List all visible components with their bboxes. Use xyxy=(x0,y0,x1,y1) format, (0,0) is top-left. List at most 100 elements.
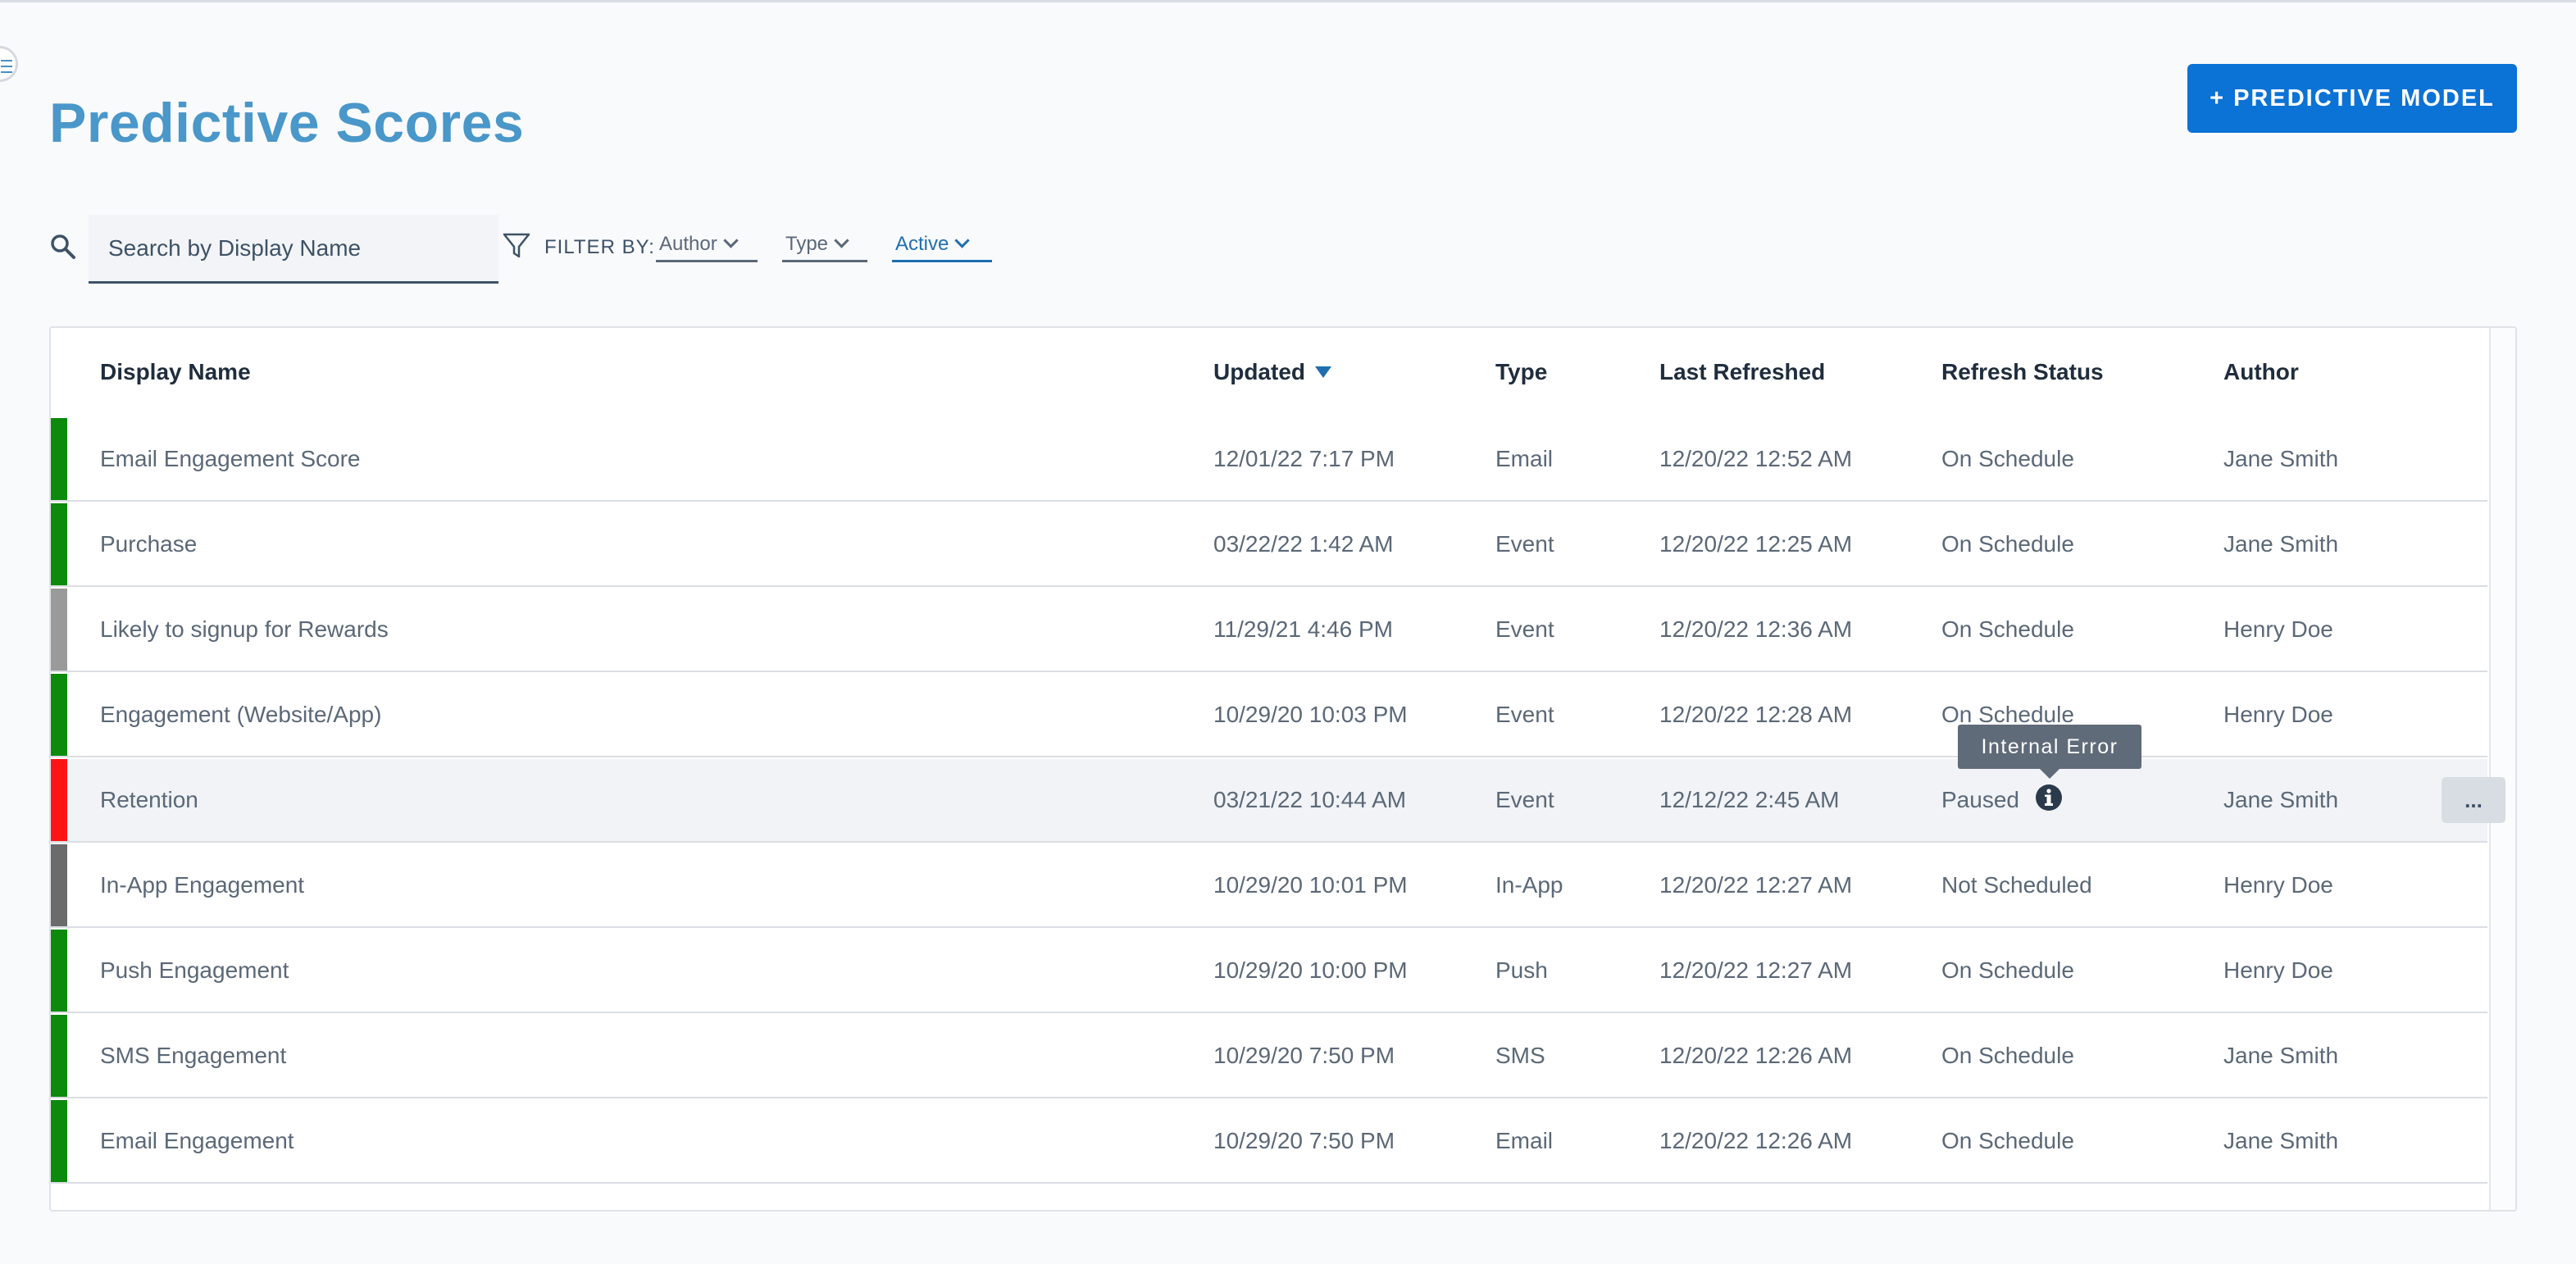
cell-refresh-status: Paused xyxy=(1941,787,2019,812)
cell-display-name: Email Engagement Score xyxy=(100,446,361,471)
status-indicator xyxy=(51,1100,67,1182)
cell-last-refreshed: 12/20/22 12:27 AM xyxy=(1659,872,1853,898)
table-row[interactable]: Purchase 03/22/22 1:42 AM Event 12/20/22… xyxy=(51,503,2487,587)
status-indicator xyxy=(51,418,67,500)
filter-by-label: FILTER BY: xyxy=(544,236,655,258)
cell-display-name: SMS Engagement xyxy=(100,1043,287,1068)
cell-author: Jane Smith xyxy=(2223,1128,2339,1153)
menu-toggle-button[interactable] xyxy=(0,46,18,82)
status-indicator xyxy=(51,1015,67,1097)
status-indicator xyxy=(51,759,67,841)
cell-last-refreshed: 12/20/22 12:26 AM xyxy=(1659,1128,1853,1153)
table-header: Display Name Updated Type Last Refreshed… xyxy=(51,328,2487,420)
cell-display-name: Purchase xyxy=(100,531,198,557)
add-predictive-model-button[interactable]: + PREDICTIVE MODEL xyxy=(2187,64,2517,133)
cell-type: Event xyxy=(1495,531,1554,557)
type-filter-label: Type xyxy=(785,233,829,255)
cell-type: Event xyxy=(1495,702,1554,727)
cell-refresh-status: On Schedule xyxy=(1941,616,2074,642)
cell-display-name: Push Engagement xyxy=(100,957,289,983)
cell-author: Henry Doe xyxy=(2223,702,2333,727)
status-indicator xyxy=(51,930,67,1012)
table-row[interactable]: Retention 03/21/22 10:44 AM Event 12/12/… xyxy=(51,759,2487,843)
cell-last-refreshed: 12/20/22 12:27 AM xyxy=(1659,957,1853,983)
author-filter-dropdown[interactable]: Author xyxy=(656,233,758,262)
cell-type: In-App xyxy=(1495,872,1563,898)
author-filter-label: Author xyxy=(659,233,717,255)
chevron-down-icon xyxy=(834,233,849,248)
cell-refresh-status: On Schedule xyxy=(1941,531,2074,557)
cell-type: Event xyxy=(1495,616,1554,642)
cell-updated: 10/29/20 7:50 PM xyxy=(1213,1128,1395,1153)
cell-display-name: Engagement (Website/App) xyxy=(100,702,382,727)
cell-author: Henry Doe xyxy=(2223,872,2333,898)
cell-last-refreshed: 12/20/22 12:36 AM xyxy=(1659,616,1853,642)
table-row[interactable]: Email Engagement 10/29/20 7:50 PM Email … xyxy=(51,1100,2487,1184)
cell-refresh-status: On Schedule xyxy=(1941,1043,2074,1068)
cell-display-name: In-App Engagement xyxy=(100,872,305,898)
cell-author: Jane Smith xyxy=(2223,446,2339,471)
cell-updated: 12/01/22 7:17 PM xyxy=(1213,446,1395,471)
cell-author: Jane Smith xyxy=(2223,1043,2339,1068)
cell-author: Henry Doe xyxy=(2223,957,2333,983)
top-divider xyxy=(0,0,2576,2)
column-header-type[interactable]: Type xyxy=(1495,359,1547,385)
cell-display-name: Likely to signup for Rewards xyxy=(100,616,389,642)
table-row[interactable]: Email Engagement Score 12/01/22 7:17 PM … xyxy=(51,418,2487,502)
cell-last-refreshed: 12/20/22 12:25 AM xyxy=(1659,531,1853,557)
cell-type: Email xyxy=(1495,1128,1554,1153)
search-icon xyxy=(51,234,75,259)
active-filter-label: Active xyxy=(895,233,949,255)
cell-display-name: Email Engagement xyxy=(100,1128,294,1153)
cell-type: Event xyxy=(1495,787,1554,812)
table-row[interactable]: Push Engagement 10/29/20 10:00 PM Push 1… xyxy=(51,930,2487,1013)
filter-icon xyxy=(503,233,530,258)
cell-type: Push xyxy=(1495,957,1548,983)
vertical-scrollbar[interactable] xyxy=(2489,328,2515,1210)
page-title: Predictive Scores xyxy=(49,92,525,154)
cell-refresh-status: On Schedule xyxy=(1941,957,2074,983)
table-row[interactable]: In-App Engagement 10/29/20 10:01 PM In-A… xyxy=(51,844,2487,928)
chevron-down-icon xyxy=(954,233,971,248)
column-header-author[interactable]: Author xyxy=(2223,359,2299,385)
error-tooltip: Internal Error xyxy=(1958,725,2141,779)
cell-updated: 10/29/20 10:01 PM xyxy=(1213,872,1408,898)
type-filter-dropdown[interactable]: Type xyxy=(782,233,867,262)
table-row[interactable]: SMS Engagement 10/29/20 7:50 PM SMS 12/2… xyxy=(51,1015,2487,1098)
sort-descending-icon xyxy=(1315,366,1331,378)
search-input[interactable] xyxy=(89,215,498,284)
column-header-refresh-status[interactable]: Refresh Status xyxy=(1941,359,2104,385)
chevron-down-icon xyxy=(723,233,739,248)
column-header-last-refreshed[interactable]: Last Refreshed xyxy=(1659,359,1825,385)
column-header-updated[interactable]: Updated xyxy=(1213,359,1331,385)
cell-last-refreshed: 12/20/22 12:28 AM xyxy=(1659,702,1853,727)
cell-type: Email xyxy=(1495,446,1554,471)
cell-updated: 10/29/20 10:03 PM xyxy=(1213,702,1408,727)
status-indicator xyxy=(51,844,67,926)
cell-last-refreshed: 12/12/22 2:45 AM xyxy=(1659,787,1840,812)
cell-refresh-status: On Schedule xyxy=(1941,1128,2074,1153)
cell-refresh-status: Not Scheduled xyxy=(1941,872,2092,898)
status-indicator xyxy=(51,589,67,671)
cell-updated: 11/29/21 4:46 PM xyxy=(1213,616,1393,642)
column-header-display-name[interactable]: Display Name xyxy=(100,359,251,385)
cell-type: SMS xyxy=(1495,1043,1545,1068)
status-indicator xyxy=(51,503,67,585)
active-filter-dropdown[interactable]: Active xyxy=(892,233,992,262)
cell-display-name: Retention xyxy=(100,787,198,812)
row-more-actions-button[interactable]: ... xyxy=(2442,777,2505,823)
cell-updated: 03/22/22 1:42 AM xyxy=(1213,531,1394,557)
cell-last-refreshed: 12/20/22 12:52 AM xyxy=(1659,446,1853,471)
status-indicator xyxy=(51,674,67,756)
cell-author: Henry Doe xyxy=(2223,616,2333,642)
column-header-updated-label: Updated xyxy=(1213,359,1305,384)
table-row[interactable]: Likely to signup for Rewards 11/29/21 4:… xyxy=(51,589,2487,672)
menu-icon xyxy=(1,60,12,73)
cell-author: Jane Smith xyxy=(2223,787,2339,812)
info-icon[interactable] xyxy=(2035,784,2063,812)
predictive-scores-table: Display Name Updated Type Last Refreshed… xyxy=(49,326,2517,1212)
cell-refresh-status: On Schedule xyxy=(1941,446,2074,471)
cell-updated: 10/29/20 10:00 PM xyxy=(1213,957,1408,983)
cell-author: Jane Smith xyxy=(2223,531,2339,557)
cell-last-refreshed: 12/20/22 12:26 AM xyxy=(1659,1043,1853,1068)
